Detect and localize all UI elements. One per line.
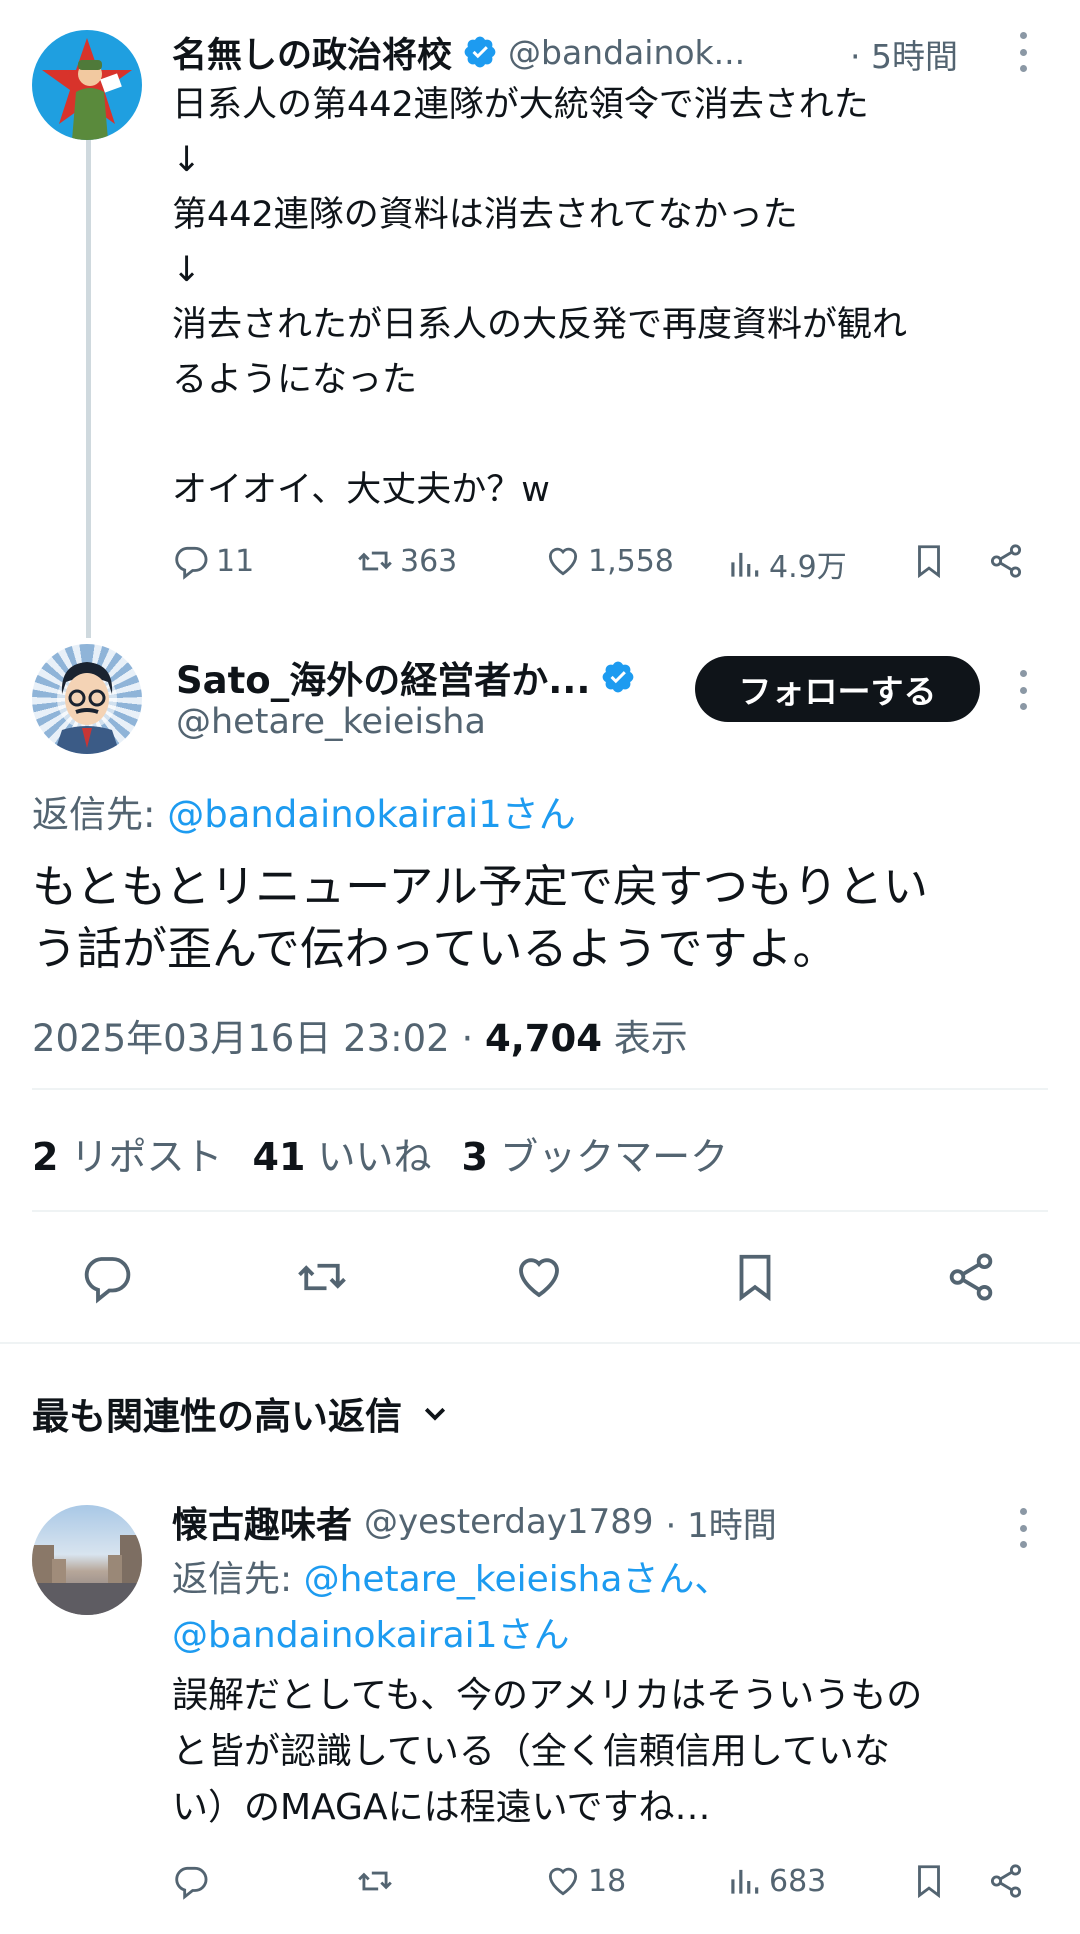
share-icon: [990, 1864, 1022, 1898]
thread-line: [86, 118, 91, 638]
heart-icon: [548, 1867, 578, 1896]
retweet-button[interactable]: [356, 1862, 400, 1900]
author-name[interactable]: 名無しの政治将校: [172, 27, 452, 78]
bookmark-icon: [918, 1865, 940, 1899]
share-icon: [990, 544, 1022, 578]
divider: [0, 1342, 1080, 1344]
avatar[interactable]: [32, 1505, 142, 1615]
more-options-icon[interactable]: [1017, 1508, 1029, 1548]
retweet-icon: [358, 1871, 392, 1891]
share-button[interactable]: [987, 1862, 1025, 1900]
tweet-time[interactable]: · 1時間: [665, 1498, 776, 1547]
bookmarks-stat[interactable]: 3 ブックマーク: [462, 1126, 729, 1181]
verified-badge-icon: [603, 661, 634, 693]
reply-icon: [175, 546, 208, 580]
reply-to: 返信先: @hetare_keieishaさん、 @bandainokairai…: [172, 1559, 731, 1656]
bookmark-button[interactable]: [910, 542, 948, 580]
reply-to-handle[interactable]: @bandainokairai1さん: [167, 793, 576, 836]
like-button[interactable]: [512, 1250, 566, 1304]
divider: [32, 1210, 1048, 1212]
reply-icon: [84, 1257, 131, 1304]
reply-button[interactable]: [172, 1862, 216, 1900]
tweet-text: もともとリニューアル予定で戻すつもりとい う話が歪んで伝わっているようですよ。: [32, 860, 928, 975]
retweet-button[interactable]: [295, 1250, 349, 1304]
heart-icon: [519, 1258, 559, 1298]
retweet-icon: [358, 551, 392, 571]
retweet-button[interactable]: 363: [356, 542, 457, 580]
reply-button[interactable]: 11: [172, 542, 254, 580]
author-handle[interactable]: @yesterday1789: [364, 1502, 653, 1542]
views-button[interactable]: 683: [725, 1862, 826, 1900]
views-icon: [731, 552, 759, 577]
verified-badge-icon: [464, 36, 496, 68]
author-handle[interactable]: @bandainok...: [508, 33, 745, 72]
chevron-down-icon: [424, 1407, 446, 1421]
share-button[interactable]: [944, 1250, 998, 1304]
share-button[interactable]: [987, 542, 1025, 580]
views-icon: [731, 1869, 759, 1894]
reply-sort-dropdown[interactable]: 最も関連性の高い返信: [32, 1386, 450, 1440]
author-name[interactable]: 懐古趣味者: [172, 1496, 352, 1548]
bookmark-icon: [739, 1254, 771, 1302]
more-options-icon[interactable]: [1017, 670, 1029, 710]
follow-button[interactable]: フォローする: [695, 656, 980, 722]
likes-stat[interactable]: 41 いいね: [253, 1126, 432, 1181]
reply-to: 返信先: @bandainokairai1さん: [32, 793, 576, 836]
author-name[interactable]: Sato_海外の経営者か...: [176, 650, 590, 704]
reply-to-handle[interactable]: @hetare_keieishaさん、: [304, 1559, 731, 1600]
more-options-icon[interactable]: [1017, 32, 1029, 72]
tweet-timestamp[interactable]: 2025年03月16日 23:02 ·: [32, 1017, 485, 1060]
bookmark-button[interactable]: [728, 1250, 782, 1304]
share-icon: [949, 1253, 993, 1301]
avatar[interactable]: [32, 644, 142, 754]
avatar[interactable]: [32, 30, 142, 140]
tweet-meta: 2025年03月16日 23:02 · 4,704 表示: [32, 1017, 688, 1060]
divider: [32, 1088, 1048, 1090]
tweet-text: 日系人の第442連隊が大統領令で消去された ↓ 第442連隊の資料は消去されてな…: [172, 85, 908, 510]
reposts-stat[interactable]: 2 リポスト: [32, 1126, 223, 1181]
heart-icon: [548, 547, 578, 576]
retweet-icon: [298, 1263, 346, 1291]
bookmark-button[interactable]: [910, 1862, 948, 1900]
views-count: 4,704: [485, 1017, 603, 1060]
views-button[interactable]: 4.9万: [725, 542, 847, 586]
tweet-time[interactable]: · 5時間: [850, 30, 958, 78]
engagement-stats: 2 リポスト 41 いいね 3 ブックマーク: [32, 1126, 728, 1181]
author-handle[interactable]: @hetare_keieisha: [176, 702, 486, 742]
reply-button[interactable]: [80, 1250, 134, 1304]
like-button[interactable]: 1,558: [544, 542, 674, 580]
reply-to-handle[interactable]: @bandainokairai1さん: [172, 1615, 570, 1656]
like-button[interactable]: 18: [544, 1862, 626, 1900]
bookmark-icon: [918, 545, 940, 579]
reply-icon: [175, 1866, 208, 1900]
tweet-text: 誤解だとしても、今のアメリカはそういうもの と皆が認識している（全く信頼信用して…: [172, 1675, 923, 1828]
